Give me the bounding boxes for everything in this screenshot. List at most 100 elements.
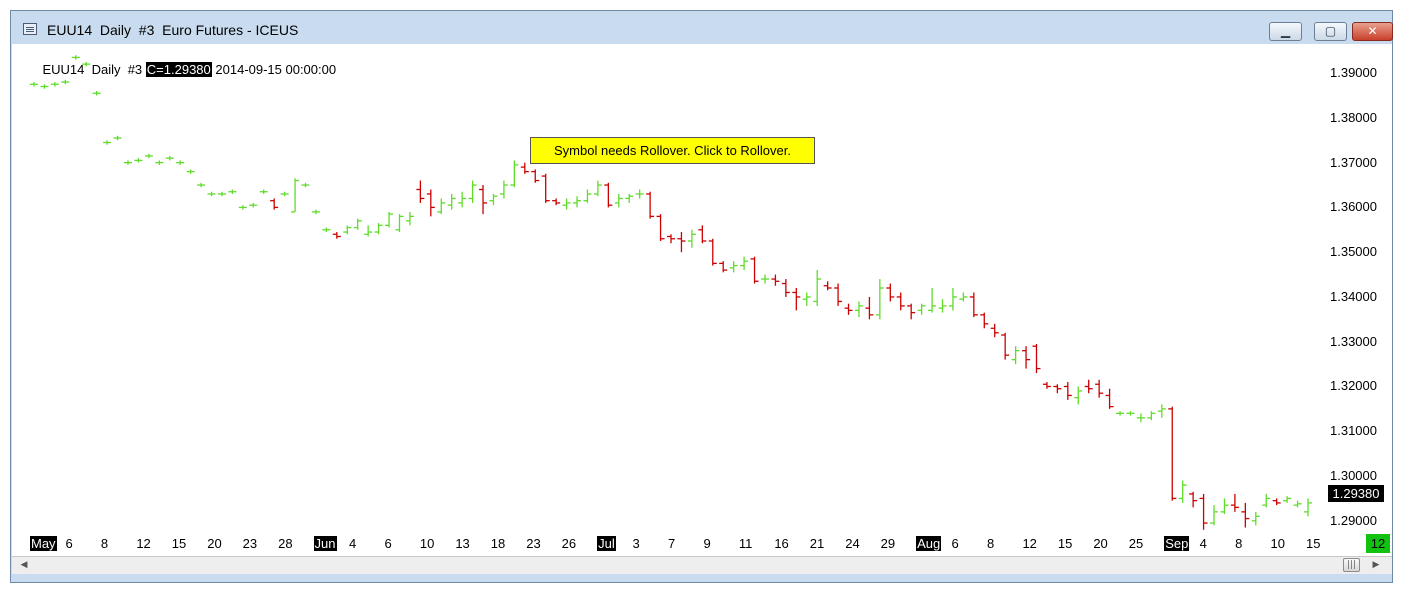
ohlc-bar (917, 303, 926, 315)
ohlc-bar (123, 160, 132, 165)
date-tick-label: 20 (207, 536, 222, 551)
ohlc-bar (238, 205, 247, 210)
ohlc-bar (1189, 491, 1198, 508)
ohlc-bar (165, 155, 174, 161)
date-tick-label: 8 (1235, 536, 1243, 551)
date-tick-label: 10 (1270, 536, 1286, 551)
price-tick-label: 1.36000 (1330, 199, 1377, 215)
ohlc-bar (103, 140, 112, 145)
ohlc-bar (948, 288, 957, 311)
close-button[interactable]: ✕ (1352, 22, 1393, 41)
ohlc-bar (1199, 493, 1208, 530)
ohlc-bar (458, 191, 467, 208)
legend-datetime: 2014-09-15 00:00:00 (211, 62, 337, 77)
date-tick-label: 8 (100, 536, 109, 551)
ohlc-bar (760, 274, 769, 284)
ohlc-bar (708, 238, 717, 266)
ohlc-bar (604, 182, 613, 208)
ohlc-bar (740, 256, 749, 271)
title-bar[interactable]: EUU14 Daily #3 Euro Futures - ICEUS ▁ ▢ … (11, 11, 1393, 47)
date-tick-label: 15 (1306, 536, 1321, 551)
ohlc-bar (385, 211, 394, 228)
ohlc-bar (426, 189, 435, 217)
ohlc-bar (291, 178, 300, 213)
ohlc-bar (395, 214, 404, 233)
price-tick-label: 1.34000 (1330, 288, 1377, 304)
month-label: Jul (597, 536, 616, 551)
date-tick-label: 28 (278, 536, 293, 551)
maximize-button[interactable]: ▢ (1314, 22, 1347, 41)
ohlc-bar (322, 227, 331, 233)
ohlc-bar (416, 180, 425, 203)
ohlc-bar (1147, 411, 1156, 421)
ohlc-bar (1262, 493, 1271, 508)
ohlc-bar (990, 323, 999, 338)
scroll-left-icon[interactable]: ◀ (16, 557, 32, 574)
price-bars (30, 55, 1312, 530)
ohlc-bar (207, 191, 216, 197)
ohlc-bar (1283, 496, 1292, 503)
price-tick-label: 1.38000 (1330, 109, 1377, 125)
date-tick-label: 25 (1128, 536, 1144, 551)
ohlc-bar (197, 182, 206, 188)
ohlc-bar (1178, 480, 1187, 503)
ohlc-bar (1063, 382, 1072, 400)
ohlc-bar (802, 292, 811, 306)
date-tick-label: 15 (1057, 536, 1073, 551)
ohlc-bar (781, 279, 790, 297)
ohlc-bar (311, 209, 320, 215)
ohlc-bar (113, 135, 122, 141)
date-tick-label: 29 (880, 536, 896, 551)
ohlc-bar (228, 189, 237, 194)
ohlc-bar (1032, 343, 1041, 374)
date-tick-label: 15 (171, 536, 187, 551)
month-label: May (30, 536, 57, 551)
ohlc-bar (1011, 346, 1020, 365)
ohlc-bar (656, 214, 665, 241)
rollover-button[interactable]: Symbol needs Rollover. Click to Rollover… (530, 137, 815, 164)
date-tick-label: 4 (1199, 536, 1207, 551)
date-tick-label: 6 (65, 536, 73, 551)
ohlc-bar (635, 189, 644, 199)
date-tick-label: 20 (1093, 536, 1108, 551)
ohlc-bar (593, 180, 602, 197)
ohlc-bar (928, 288, 937, 313)
legend-symbol: EUU14 Daily #3 (42, 62, 146, 77)
ohlc-bar (364, 225, 373, 237)
price-tick-label: 1.35000 (1330, 244, 1377, 260)
ohlc-bar (980, 312, 989, 329)
scroll-right-icon[interactable]: ▶ (1368, 557, 1384, 574)
ohlc-bar (792, 288, 801, 311)
chart-area[interactable]: EUU14 Daily #3 C=1.29380 2014-09-15 00:0… (12, 44, 1392, 556)
ohlc-bar (176, 160, 185, 165)
minimize-button[interactable]: ▁ (1269, 22, 1302, 41)
ohlc-bar (1126, 411, 1135, 416)
ohlc-bar (750, 256, 759, 284)
ohlc-bar (1074, 386, 1083, 405)
ohlc-bar (1272, 498, 1281, 506)
ohlc-bar (405, 211, 414, 226)
ohlc-bar (217, 191, 226, 197)
ohlc-bar (1168, 406, 1177, 501)
date-tick-label: 8 (987, 536, 995, 551)
ohlc-bar (353, 218, 362, 230)
month-label: Jun (313, 536, 337, 551)
legend-close-value: C=1.29380 (145, 62, 212, 77)
ohlc-bar (520, 162, 529, 174)
ohlc-bar (1105, 388, 1114, 409)
date-tick-label: 3 (632, 536, 640, 551)
ohlc-bar (552, 198, 561, 206)
date-tick-label: 7 (668, 536, 676, 551)
ohlc-bar (625, 193, 634, 203)
ohlc-bar (1001, 332, 1010, 360)
scroll-thumb[interactable]: ||| (1343, 558, 1360, 572)
ohlc-bar (573, 196, 582, 208)
ohlc-bar (646, 191, 655, 219)
date-tick-label: 16 (774, 536, 789, 551)
date-tick-label: 13 (455, 536, 470, 551)
ohlc-bar (280, 191, 289, 197)
horizontal-scrollbar[interactable]: ◀ ||| ▶ (12, 556, 1392, 574)
ohlc-bar (729, 261, 738, 273)
ohlc-bar (1220, 498, 1229, 515)
ohlc-bar (865, 296, 874, 320)
